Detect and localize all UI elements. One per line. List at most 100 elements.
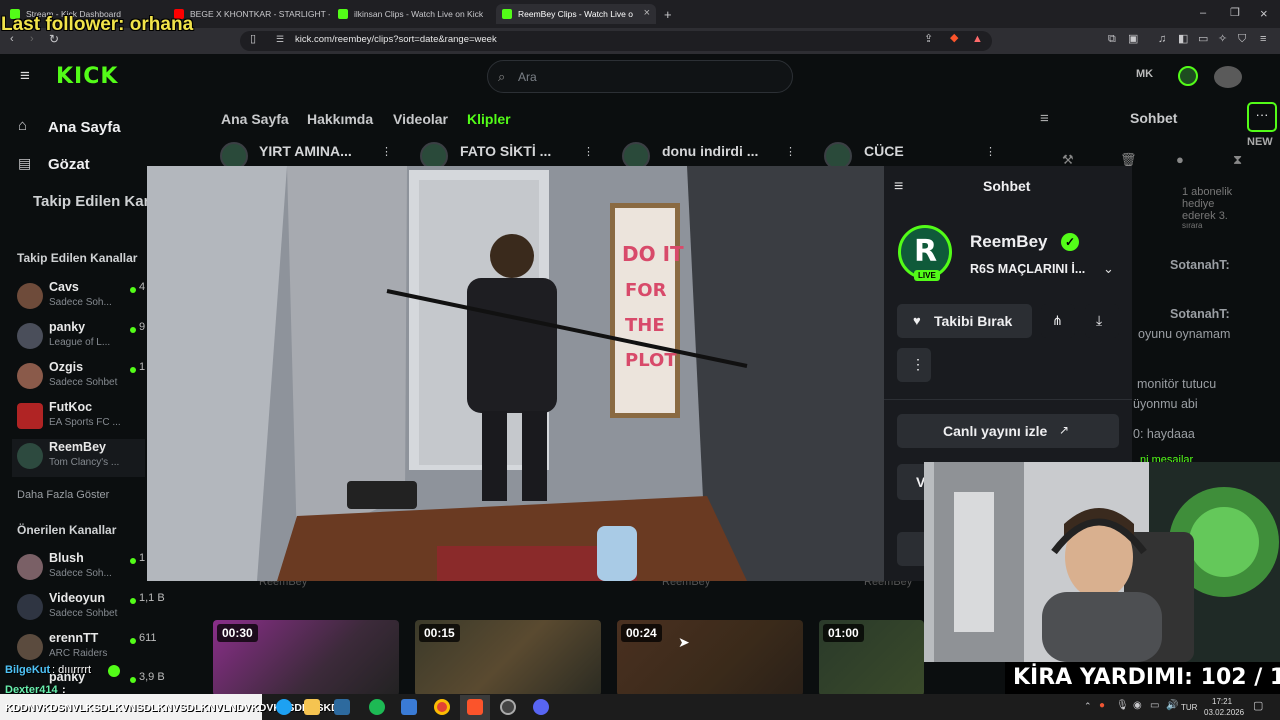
screenshot-icon[interactable]: ▣ <box>1128 34 1138 45</box>
show-more-link[interactable]: Daha Fazla Göster <box>17 489 109 501</box>
channel-name[interactable]: ReemBey <box>970 232 1048 252</box>
collapse-panel-icon[interactable]: ≡ <box>894 179 903 195</box>
tray-app-icon[interactable]: ● <box>1099 701 1105 711</box>
sidebar-channel-cavs[interactable]: Cavs Sadece Soh... 4 <box>17 279 145 317</box>
clip-title[interactable]: CÜCE <box>864 143 904 159</box>
clip-thumbnail[interactable]: 00:15 <box>415 620 601 696</box>
tab-about[interactable]: Hakkımda <box>307 111 373 127</box>
share-button[interactable]: ⋔ <box>1041 304 1075 338</box>
new-tab-icon[interactable]: + <box>664 8 672 21</box>
clock-time[interactable]: 17:21 <box>1212 697 1232 706</box>
trash-icon[interactable]: 🗑 <box>1120 153 1137 166</box>
tray-chevron-icon[interactable]: ⌃ <box>1084 702 1092 711</box>
more-icon[interactable]: ⋮ <box>985 147 996 158</box>
chrome-icon[interactable] <box>434 699 450 715</box>
sidebar-suggested-erenntt[interactable]: erennTT ARC Raiders 611 <box>17 630 177 668</box>
hourglass-icon[interactable]: ⧗ <box>1233 153 1242 166</box>
donation-goal-overlay: KİRA YARDIMI: 102 / 110 <box>1005 662 1280 694</box>
nav-home[interactable]: Ana Sayfa <box>48 119 121 136</box>
obs-icon[interactable] <box>500 699 516 715</box>
sidebar-channel-reembey[interactable]: ReemBey Tom Clancy's ... <box>12 439 145 477</box>
sidebar-channel-futkoc[interactable]: FutKoc EA Sports FC ... <box>17 399 145 437</box>
chat-username: SotanahT: <box>1170 307 1230 321</box>
brave-shield-icon[interactable]: ◆ <box>950 33 958 44</box>
download-button[interactable]: ⤓ <box>1085 304 1119 338</box>
wallet-icon[interactable]: ▭ <box>1198 34 1208 45</box>
clip-title[interactable]: donu indirdi ... <box>662 143 758 159</box>
folder-icon[interactable] <box>304 699 320 715</box>
clip-title[interactable]: YIRT AMINA... <box>259 143 352 159</box>
close-tab-icon[interactable]: × <box>644 7 650 19</box>
stream-chat-message: : dııırrrrt <box>52 664 92 676</box>
search-icon: ⌕ <box>498 69 506 84</box>
app-icon[interactable] <box>334 699 350 715</box>
more-icon[interactable]: ⋮ <box>583 147 594 158</box>
sidebar-icon[interactable]: ◧ <box>1178 34 1188 45</box>
network-icon[interactable]: ▭ <box>1150 701 1159 711</box>
tab-reembey-clips[interactable]: ReemBey Clips - Watch Live o × <box>496 4 656 24</box>
watch-live-button[interactable]: Canlı yayını izle ↗ <box>897 414 1119 448</box>
ai-icon[interactable]: ✧ <box>1218 34 1227 45</box>
clip-thumbnail[interactable]: 01:00 <box>819 620 924 696</box>
brave-icon[interactable] <box>467 699 483 715</box>
language-indicator[interactable]: TUR <box>1181 703 1197 712</box>
clock-date[interactable]: 03.02.2026 <box>1204 708 1244 717</box>
brave-rewards-icon[interactable]: ▲ <box>972 34 983 45</box>
site-info-icon[interactable]: ☰ <box>276 35 284 44</box>
kick-logo[interactable]: KICK <box>56 64 118 89</box>
more-icon[interactable]: ⋮ <box>785 147 796 158</box>
hammer-icon[interactable]: ⚒ <box>1062 153 1074 166</box>
clip-thumbnail[interactable]: 00:24 <box>617 620 803 696</box>
mk-icon[interactable]: MK <box>1136 68 1153 80</box>
sidebar-channel-panky[interactable]: panky League of L... 9 <box>17 319 145 357</box>
live-dot <box>130 598 136 604</box>
nvidia-icon[interactable]: ◉ <box>1133 701 1142 711</box>
tab-ilkinsan-clips[interactable]: ilkinsan Clips - Watch Live on Kick <box>332 4 494 24</box>
hamburger-menu-icon[interactable]: ≡ <box>20 67 30 84</box>
restore-icon[interactable]: ❐ <box>1230 8 1240 19</box>
more-options-button[interactable]: ⋮ <box>897 348 931 382</box>
chevron-down-icon[interactable]: ⌄ <box>1103 262 1114 275</box>
heart-icon: ♥ <box>913 313 921 328</box>
minimize-icon[interactable]: – <box>1200 8 1206 19</box>
bookmark-icon[interactable]: ▯ <box>250 34 256 45</box>
kick-coin-icon[interactable] <box>1178 66 1198 86</box>
app-icon[interactable] <box>276 699 292 715</box>
chat-bubble-icon[interactable]: ● <box>1176 153 1184 166</box>
tab-clips[interactable]: Klipler <box>467 111 511 127</box>
channel-name: panky <box>49 320 86 334</box>
clip-thumbnail[interactable]: 00:30 <box>213 620 399 696</box>
sidebar-suggested-videoyun[interactable]: Videoyun Sadece Sohbet 1,1 B <box>17 590 177 628</box>
more-options-button[interactable]: ··· <box>1247 102 1277 132</box>
spotify-icon[interactable] <box>369 699 385 715</box>
nav-following[interactable]: Takip Edilen Kan <box>33 193 153 210</box>
nav-browse[interactable]: Gözat <box>48 156 90 173</box>
volume-icon[interactable]: 🔊 <box>1166 701 1178 711</box>
close-window-icon[interactable]: × <box>1260 7 1268 20</box>
discord-icon[interactable] <box>533 699 549 715</box>
vpn-icon[interactable]: ⛉ <box>1238 34 1246 45</box>
share-icon[interactable]: ⇪ <box>924 34 933 45</box>
unfollow-button[interactable]: ♥ Takibi Bırak <box>897 304 1032 338</box>
url-text[interactable]: kick.com/reembey/clips?sort=date&range=w… <box>295 34 497 45</box>
tab-videos[interactable]: Videolar <box>393 111 448 127</box>
calculator-icon[interactable] <box>401 699 417 715</box>
search-bar[interactable]: ⌕ Ara <box>487 60 793 93</box>
collapse-chat-icon[interactable]: ≡ <box>1040 111 1049 126</box>
clip-title[interactable]: FATO SİKTİ ... <box>460 143 551 159</box>
more-icon[interactable]: ⋮ <box>381 147 392 158</box>
external-link-icon: ↗ <box>1059 423 1070 437</box>
tab-home[interactable]: Ana Sayfa <box>221 111 289 127</box>
user-avatar[interactable] <box>1214 66 1242 88</box>
extensions-icon[interactable]: ⧉ <box>1108 34 1116 45</box>
menu-icon[interactable]: ≡ <box>1260 34 1266 45</box>
chat-message: 0: haydaaa <box>1133 427 1195 441</box>
notifications-icon[interactable]: ▢ <box>1253 701 1263 712</box>
clip-video-player[interactable]: DO IT FOR THE PLOT <box>147 166 884 581</box>
sidebar-suggested-blush[interactable]: Blush Sadece Soh... 1 <box>17 550 145 588</box>
mic-icon[interactable]: 🎙 <box>1116 701 1129 711</box>
music-icon[interactable]: ♫ <box>1158 34 1166 45</box>
avatar <box>17 594 43 620</box>
sidebar-channel-ozgis[interactable]: Ozgis Sadece Sohbet 1 <box>17 359 145 397</box>
chat-message: monitör tutucu <box>1137 377 1217 391</box>
